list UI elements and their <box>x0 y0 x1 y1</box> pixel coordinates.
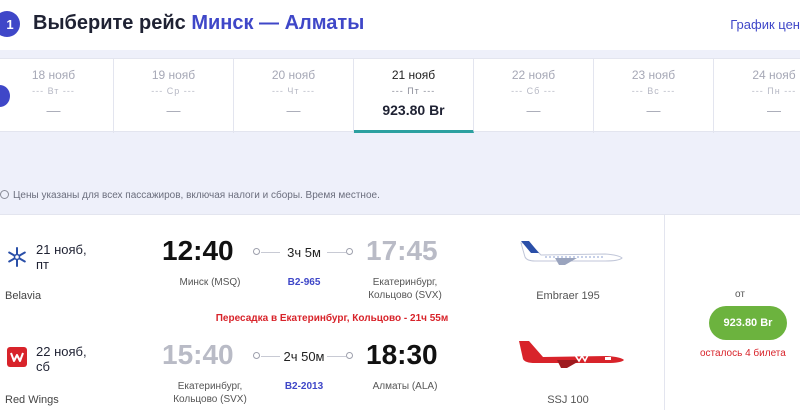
belavia-aircraft-icon <box>520 241 623 265</box>
arrival-city: Алматы (ALA) <box>372 381 438 392</box>
date-tab[interactable]: 18 нояб --- Вт --- — <box>0 59 114 133</box>
date-label: 24 нояб <box>752 68 796 82</box>
departure-city: Минск (MSQ) <box>179 277 241 288</box>
page-title: Выберите рейс Минск — Алматы <box>33 12 364 35</box>
price-schedule-link[interactable]: График цен <box>730 17 800 32</box>
route-line <box>327 356 346 357</box>
date-price: — <box>767 102 781 118</box>
seats-left-notice: осталось 4 билета <box>700 348 786 359</box>
aircraft-type: SSJ 100 <box>547 394 589 406</box>
arrival-airport: Кольцово (SVX) <box>368 290 442 301</box>
departure-city: Екатеринбург, Кольцово (SVX) <box>150 380 270 406</box>
date-label: 23 нояб <box>631 68 676 82</box>
weekday-label: --- Чт --- <box>271 86 316 96</box>
route-dot <box>346 352 353 359</box>
weekday-label: --- Вс --- <box>631 86 676 96</box>
departure-city-line: Екатеринбург, <box>177 381 243 392</box>
flight-segment: 22 нояб, сб Red Wings 15:40 2ч 50м 18:30… <box>0 319 664 410</box>
card-divider <box>664 215 665 410</box>
departure-time: 15:40 <box>162 339 234 370</box>
step-badge: 1 <box>0 11 20 37</box>
price-from-label: от <box>735 289 745 300</box>
weekday-label: --- Пн --- <box>751 86 797 96</box>
departure-airport: Кольцово (SVX) <box>173 394 247 405</box>
arrival-time: 17:45 <box>366 235 438 266</box>
segment-weekday: пт <box>36 257 49 272</box>
date-tab[interactable]: 19 нояб --- Ср --- — <box>114 59 234 133</box>
page-title-text: Выберите рейс <box>33 12 186 34</box>
date-label: 18 нояб <box>31 68 76 82</box>
price-note-text: Цены указаны для всех пассажиров, включа… <box>13 190 380 201</box>
segment-date-line: 22 нояб, <box>36 344 87 359</box>
date-price: 923.80 Br <box>382 102 445 118</box>
belavia-logo-icon <box>8 247 26 267</box>
select-price-button[interactable]: 923.80 Br <box>709 306 787 340</box>
airline-name: Belavia <box>5 290 42 302</box>
segment-weekday: сб <box>36 359 50 374</box>
date-price: — <box>166 102 181 118</box>
arrival-city-line: Екатеринбург, <box>372 277 438 288</box>
redwings-logo-icon <box>7 347 27 367</box>
arrival-time: 18:30 <box>366 339 438 370</box>
date-label: 22 нояб <box>511 68 556 82</box>
weekday-label: --- Пт --- <box>391 86 436 96</box>
date-selector: 18 нояб --- Вт --- — 19 нояб --- Ср --- … <box>0 58 800 133</box>
date-label: 21 нояб <box>391 68 436 82</box>
date-price: — <box>286 102 301 118</box>
flight-number[interactable]: B2-965 <box>254 277 354 288</box>
route-line <box>327 252 346 253</box>
date-label: 20 нояб <box>271 68 316 82</box>
date-tab[interactable]: 20 нояб --- Чт --- — <box>234 59 354 133</box>
airline-name: Red Wings <box>5 394 59 406</box>
departure-time: 12:40 <box>162 235 234 266</box>
weekday-label: --- Сб --- <box>511 86 556 96</box>
segment-date: 22 нояб, сб <box>36 344 87 374</box>
redwings-aircraft-icon <box>519 341 624 368</box>
date-price: — <box>46 102 61 118</box>
date-label: 19 нояб <box>151 68 196 82</box>
price-amount: 923.80 Br <box>723 317 773 329</box>
date-tab[interactable]: 24 нояб --- Пн --- — <box>714 59 800 133</box>
info-icon <box>0 190 9 199</box>
date-price: — <box>526 102 541 118</box>
date-tab[interactable]: 22 нояб --- Сб --- — <box>474 59 594 133</box>
segment-date: 21 нояб, пт <box>36 242 87 272</box>
arrival-city: Екатеринбург, Кольцово (SVX) <box>345 276 465 302</box>
date-price: — <box>646 102 661 118</box>
aircraft-type: Embraer 195 <box>536 290 600 302</box>
weekday-label: --- Ср --- <box>151 86 196 96</box>
date-tab[interactable]: 23 нояб --- Вс --- — <box>594 59 714 133</box>
flight-segment: 21 нояб, пт Belavia 12:40 3ч 5м 17:45 Ми… <box>0 215 664 307</box>
weekday-label: --- Вт --- <box>32 86 75 96</box>
flight-card[interactable]: 21 нояб, пт Belavia 12:40 3ч 5м 17:45 Ми… <box>0 214 800 410</box>
route-dot <box>346 248 353 255</box>
step-number: 1 <box>6 16 14 32</box>
flight-number[interactable]: B2-2013 <box>254 381 354 392</box>
date-tab-selected[interactable]: 21 нояб --- Пт --- 923.80 Br <box>354 59 474 133</box>
page-header: 1 Выберите рейс Минск — Алматы График це… <box>0 0 800 50</box>
route-title: Минск — Алматы <box>191 12 365 34</box>
segment-date-line: 21 нояб, <box>36 242 87 257</box>
price-note: Цены указаны для всех пассажиров, включа… <box>0 190 380 201</box>
